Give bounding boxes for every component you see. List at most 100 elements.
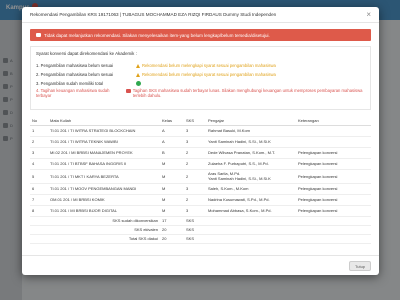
pengajar-name: Mohammad Abbasa, S.Kom., M.Pd. [208, 208, 272, 213]
summary-value: 20 [160, 234, 184, 244]
pengajar-name: Rahmat Basuki, M.Kom [208, 128, 251, 133]
requirements-box: Syarat konversi dapat direkomendasi ke A… [30, 46, 371, 110]
requirement-label: 4. Tagihan keuangan mahasiswa sudah terb… [36, 88, 110, 98]
summary-value: 20 [160, 225, 184, 235]
table-header-row: No Mata Kuliah Kelas SKS Pengajar Ketera… [30, 116, 371, 126]
pengajar-name: Dede Wilvasa Pranatan, S.Kom., M.T. [208, 150, 276, 155]
cell-kelas: M [160, 169, 184, 184]
summary-row: SKS sudah dikonversikan 17 SKS [30, 216, 371, 226]
cell-pengajar: Rahmat Basuki, M.Kom [206, 125, 296, 137]
alert-danger: Tidak dapat melanjutkan rekomendasi. Sil… [30, 29, 371, 41]
alert-icon [36, 33, 41, 37]
table-row: 5 TI.01 201 / TI MKT I KARYA BEZERTA M 2 Ara… [30, 169, 371, 184]
col-pengajar: Pengajar [206, 116, 296, 126]
pengajar-name: Yanti Saminah Hadini, S.Si., M.Si.K [208, 139, 271, 144]
requirement-status-text: Rekomendasi belum melengkapi syarat sesu… [142, 72, 276, 77]
requirement-label: 2. Pengambilan mahasiswa belum sesuai [36, 72, 114, 77]
cell-keterangan: Pelengkapan konversi [296, 183, 371, 195]
modal-title: Rekomendasi Pengambilan KRS 19171063 | T… [30, 12, 277, 17]
cell-keterangan: Pelengkapan konversi [296, 194, 371, 206]
pengajar-name: Yanti Saminah Hadini, S.Si., M.Si.K [208, 176, 271, 181]
summary-unit: SKS [184, 216, 206, 226]
requirement-status-text: Tagihan SKS mahasiswa sudah terbayar lun… [125, 88, 365, 98]
cell-pengajar: Nadrina Kusumawati, S.Pd., M.Pd. [206, 194, 296, 206]
cell-pengajar: Mohammad Abbasa, S.Kom., M.Pd. [206, 205, 296, 217]
cell-mata-kuliah: TI.01 201 / MI BRBSI BIJOR DIGITAL [48, 205, 160, 217]
cell-pengajar: Saleh, S.Kom., M.Kom [206, 183, 296, 195]
cell-mata-kuliah: TI.01 201 / TI BTBSF BAHASA INGGRIS II [48, 158, 160, 170]
summary-empty [206, 234, 371, 244]
table-row: 7 OM.01 201 / MI BRBSI KOMIK M 2 Nadrina Kus… [30, 194, 371, 206]
cell-kelas: M [160, 194, 184, 206]
requirement-status-text: Rekomendasi belum melengkapi syarat sesu… [142, 63, 276, 68]
summary-empty [206, 216, 371, 226]
cell-keterangan: Pelengkapan konversi [296, 169, 371, 184]
alert-text: Tidak dapat melanjutkan rekomendasi. Sil… [44, 32, 270, 38]
table-row: 8 TI.01 201 / MI BRBSI BIJOR DIGITAL M 3 Moh… [30, 205, 371, 217]
col-kelas: Kelas [160, 116, 184, 126]
cell-keterangan: Pelengkapan konversi [296, 158, 371, 170]
cell-sks: 3 [184, 183, 206, 195]
summary-row: SKS ekivalen 20 SKS [30, 225, 371, 235]
warning-icon [136, 72, 140, 77]
requirement-item: 3. Pengambilan sudah memiliki total [36, 79, 365, 88]
cell-mata-kuliah: TI.01 201 / TI MKT I KARYA BEZERTA [48, 169, 160, 184]
error-icon [125, 88, 131, 93]
cell-keterangan [296, 136, 371, 148]
pengajar-name: Saleh, S.Kom., M.Kom [208, 186, 249, 191]
recommendation-modal: Rekomendasi Pengambilan KRS 19171063 | T… [22, 7, 379, 275]
course-table: No Mata Kuliah Kelas SKS Pengajar Ketera… [30, 116, 371, 244]
cell-kelas: M [160, 158, 184, 170]
requirement-item: 2. Pengambilan mahasiswa belum sesuai Rek… [36, 70, 365, 79]
col-keterangan: Keterangan [296, 116, 371, 126]
cell-pengajar: Zulaeha F. Purbaputri, S.S., M.Pd. [206, 158, 296, 170]
requirement-label: 1. Pengambilan mahasiswa belum sesuai [36, 63, 114, 68]
cell-no: 8 [30, 205, 48, 217]
cell-keterangan: Pelengkapan konversi [296, 147, 371, 159]
requirement-error-text: Tagihan SKS mahasiswa sudah terbayar lun… [132, 88, 363, 98]
cell-sks: 2 [184, 194, 206, 206]
close-icon[interactable]: × [366, 10, 371, 19]
cell-no: 3 [30, 147, 48, 159]
close-button[interactable]: Tutup [349, 261, 371, 271]
cell-kelas: A [160, 136, 184, 148]
cell-no: 2 [30, 136, 48, 148]
cell-kelas: M [160, 183, 184, 195]
summary-label: SKS sudah dikonversikan [30, 216, 160, 226]
cell-pengajar: Yanti Saminah Hadini, S.Si., M.Si.K [206, 136, 296, 148]
cell-kelas: M [160, 205, 184, 217]
check-icon [136, 81, 141, 86]
col-mata-kuliah: Mata Kuliah [48, 116, 160, 126]
cell-sks: 2 [184, 158, 206, 170]
cell-mata-kuliah: MI.02 201 / MI BRBSI MANAJEMEN PROYEK [48, 147, 160, 159]
cell-sks: 2 [184, 169, 206, 184]
cell-no: 6 [30, 183, 48, 195]
cell-no: 7 [30, 194, 48, 206]
col-no: No [30, 116, 48, 126]
requirement-label: 3. Pengambilan sudah memiliki total [36, 81, 104, 86]
table-row: 3 MI.02 201 / MI BRBSI MANAJEMEN PROYEK B 2… [30, 147, 371, 159]
warning-icon [136, 63, 140, 68]
cell-sks: 3 [184, 136, 206, 148]
summary-unit: SKS [184, 234, 206, 244]
cell-pengajar: Dede Wilvasa Pranatan, S.Kom., M.T. [206, 147, 296, 159]
cell-kelas: B [160, 147, 184, 159]
modal-footer: Tutup [22, 255, 379, 275]
cell-no: 4 [30, 158, 48, 170]
cell-keterangan [296, 125, 371, 137]
cell-mata-kuliah: TI.01 201 / TI MOOV PENGEMBANGAN MANDI [48, 183, 160, 195]
requirement-item: 4. Tagihan keuangan mahasiswa sudah terb… [36, 88, 365, 100]
table-row: 4 TI.01 201 / TI BTBSF BAHASA INGGRIS II M… [30, 158, 371, 170]
summary-row: Total SKS diakui 20 SKS [30, 234, 371, 244]
summary-label: SKS ekivalen [30, 225, 160, 235]
cell-mata-kuliah: TI.01 201 / TI WITRA TEKNIK WAWBI [48, 136, 160, 148]
table-row: 2 TI.01 201 / TI WITRA TEKNIK WAWBI A 3 Yant… [30, 136, 371, 148]
cell-no: 5 [30, 169, 48, 184]
summary-empty [206, 225, 371, 235]
col-sks: SKS [184, 116, 206, 126]
cell-sks: 3 [184, 205, 206, 217]
modal-header: Rekomendasi Pengambilan KRS 19171063 | T… [22, 7, 379, 23]
table-row: 6 TI.01 201 / TI MOOV PENGEMBANGAN MANDI M… [30, 183, 371, 195]
pengajar-name: Zulaeha F. Purbaputri, S.S., M.Pd. [208, 161, 269, 166]
cell-sks: 3 [184, 125, 206, 137]
